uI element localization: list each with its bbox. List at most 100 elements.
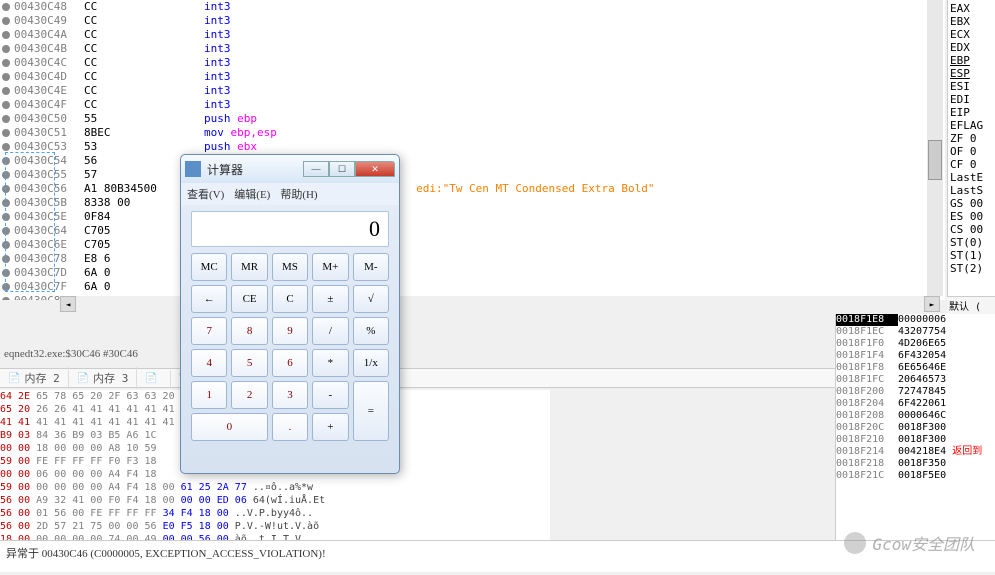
- calc-1[interactable]: 1: [191, 381, 227, 409]
- calc-recip[interactable]: 1/x: [353, 349, 389, 377]
- disasm-row[interactable]: 00430C4ECCint3: [0, 84, 945, 98]
- hex-row[interactable]: 56 00 01 56 00 FE FF FF FF 34 F4 18 00..…: [0, 507, 550, 520]
- register-row[interactable]: EBX: [950, 15, 993, 28]
- tab-mem[interactable]: 📄: [137, 370, 170, 387]
- stack-row[interactable]: 0018F2080000646C: [836, 410, 995, 422]
- close-button[interactable]: ✕: [355, 161, 395, 177]
- hex-row[interactable]: 56 00 A9 32 41 00 F0 F4 18 00 00 00 ED 0…: [0, 494, 550, 507]
- disasm-row[interactable]: 00430C5557push edi: [0, 168, 945, 182]
- disasm-row[interactable]: 00430C4ACCint3: [0, 28, 945, 42]
- disasm-row[interactable]: 00430C4FCCint3: [0, 98, 945, 112]
- calc-titlebar[interactable]: 计算器 — ☐ ✕: [181, 155, 399, 183]
- stack-row[interactable]: 0018F214004218E4 返回到: [836, 446, 995, 458]
- calc-sqrt[interactable]: √: [353, 285, 389, 313]
- disasm-row[interactable]: 00430C518BECmov ebp,esp: [0, 126, 945, 140]
- stack-row[interactable]: 0018F2100018F300: [836, 434, 995, 446]
- stack-row[interactable]: 0018F2046F422061: [836, 398, 995, 410]
- register-row[interactable]: ES 00: [950, 210, 993, 223]
- tab-内存 3[interactable]: 📄内存 3: [69, 367, 138, 389]
- calc-7[interactable]: 7: [191, 317, 227, 345]
- calc-mplus[interactable]: M+: [312, 253, 348, 281]
- register-row[interactable]: EBP: [950, 54, 993, 67]
- stack-pane[interactable]: 0018F1E8000000060018F1EC432077540018F1F0…: [835, 314, 995, 540]
- stack-row[interactable]: 0018F1F46F432054: [836, 350, 995, 362]
- disasm-row[interactable]: 00430C64C705 ds:[45B370],0: [0, 224, 945, 238]
- register-row[interactable]: ESI: [950, 80, 993, 93]
- hex-row[interactable]: 18 00 00 00 00 00 74 00 49 00 00 56 00àõ…: [0, 533, 550, 540]
- disasm-row[interactable]: 00430C78E8 6 C70: [0, 252, 945, 266]
- disasm-row[interactable]: 00430C7D6A 0: [0, 266, 945, 280]
- stack-row[interactable]: 0018F1EC43207754: [836, 326, 995, 338]
- disasm-row[interactable]: 00430C6EC705 ds:[45B37C],1: [0, 238, 945, 252]
- register-row[interactable]: ST(1): [950, 249, 993, 262]
- calc-dot[interactable]: .: [272, 413, 308, 441]
- disasm-row[interactable]: 00430C5E0F84: [0, 210, 945, 224]
- hex-row[interactable]: 59 00 00 00 00 00 A4 F4 18 00 61 25 2A 7…: [0, 481, 550, 494]
- registers-pane[interactable]: EAXEBXECXEDXEBPESPESIEDIEIPEFLAGZF 0OF 0…: [947, 0, 995, 310]
- disasm-row[interactable]: 00430C5B8338 00cmp dword ptr ds:[eax],0: [0, 196, 945, 210]
- stack-row[interactable]: 0018F1FC20646573: [836, 374, 995, 386]
- register-row[interactable]: ZF 0: [950, 132, 993, 145]
- calc-mul[interactable]: *: [312, 349, 348, 377]
- disasm-row[interactable]: 00430C7F6A 0: [0, 280, 945, 294]
- register-row[interactable]: OF 0: [950, 145, 993, 158]
- register-row[interactable]: CF 0: [950, 158, 993, 171]
- calc-0[interactable]: 0: [191, 413, 268, 441]
- calc-sub[interactable]: -: [312, 381, 348, 409]
- stack-row[interactable]: 0018F1E800000006: [836, 314, 995, 326]
- disasm-row[interactable]: 00430C4BCCint3: [0, 42, 945, 56]
- minimize-button[interactable]: —: [303, 161, 329, 177]
- calc-ce[interactable]: CE: [231, 285, 267, 313]
- calc-mr[interactable]: MR: [231, 253, 267, 281]
- calc-3[interactable]: 3: [272, 381, 308, 409]
- calc-pct[interactable]: %: [353, 317, 389, 345]
- register-row[interactable]: ST(2): [950, 262, 993, 275]
- register-row[interactable]: ECX: [950, 28, 993, 41]
- calc-menu[interactable]: 查看(V) 编辑(E) 帮助(H): [181, 183, 399, 205]
- calc-mc[interactable]: MC: [191, 253, 227, 281]
- calc-9[interactable]: 9: [272, 317, 308, 345]
- disassembly-pane[interactable]: 00430C48CCint3 00430C49CCint3 00430C4ACC…: [0, 0, 945, 300]
- register-row[interactable]: EIP: [950, 106, 993, 119]
- calc-8[interactable]: 8: [231, 317, 267, 345]
- register-row[interactable]: ESP: [950, 67, 993, 80]
- disasm-vscroll[interactable]: [927, 0, 943, 296]
- disasm-row[interactable]: 00430C49CCint3: [0, 14, 945, 28]
- calc-div[interactable]: /: [312, 317, 348, 345]
- scroll-left-icon[interactable]: ◄: [60, 296, 76, 312]
- calc-2[interactable]: 2: [231, 381, 267, 409]
- calc-4[interactable]: 4: [191, 349, 227, 377]
- scroll-right-icon[interactable]: ►: [924, 296, 940, 312]
- stack-row[interactable]: 0018F20C0018F300: [836, 422, 995, 434]
- register-row[interactable]: GS 00: [950, 197, 993, 210]
- disasm-row[interactable]: 00430C48CCint3: [0, 0, 945, 14]
- calc-c[interactable]: C: [272, 285, 308, 313]
- calc-back[interactable]: ←: [191, 285, 227, 313]
- maximize-button[interactable]: ☐: [329, 161, 355, 177]
- calc-ms[interactable]: MS: [272, 253, 308, 281]
- disasm-row[interactable]: 00430C5055push ebp: [0, 112, 945, 126]
- calc-menu-item[interactable]: 查看(V): [187, 186, 224, 202]
- calc-mminus[interactable]: M-: [353, 253, 389, 281]
- register-row[interactable]: ST(0): [950, 236, 993, 249]
- calc-add[interactable]: +: [312, 413, 348, 441]
- calc-5[interactable]: 5: [231, 349, 267, 377]
- hex-row[interactable]: 56 00 2D 57 21 75 00 00 56 E0 F5 18 00P.…: [0, 520, 550, 533]
- stack-row[interactable]: 0018F21C0018F5E0: [836, 470, 995, 482]
- register-row[interactable]: EDI: [950, 93, 993, 106]
- register-row[interactable]: LastS: [950, 184, 993, 197]
- register-row[interactable]: EFLAG: [950, 119, 993, 132]
- disasm-row[interactable]: 00430C56A1 80B34500mov eax,dword ptr ds:…: [0, 182, 945, 196]
- calculator-window[interactable]: 计算器 — ☐ ✕ 查看(V)编辑(E)帮助(H) 0 MC MR MS M+ …: [180, 154, 400, 474]
- register-tab[interactable]: 默认 (: [947, 296, 995, 314]
- calc-menu-item[interactable]: 编辑(E): [234, 186, 270, 202]
- stack-row[interactable]: 0018F1F86E65646E: [836, 362, 995, 374]
- calc-menu-item[interactable]: 帮助(H): [280, 186, 317, 202]
- calc-eq[interactable]: =: [353, 381, 389, 441]
- calc-6[interactable]: 6: [272, 349, 308, 377]
- tab-内存 2[interactable]: 📄内存 2: [0, 367, 69, 389]
- disasm-row[interactable]: 00430C5456push esi: [0, 154, 945, 168]
- register-row[interactable]: LastE: [950, 171, 993, 184]
- register-row[interactable]: EDX: [950, 41, 993, 54]
- register-row[interactable]: CS 00: [950, 223, 993, 236]
